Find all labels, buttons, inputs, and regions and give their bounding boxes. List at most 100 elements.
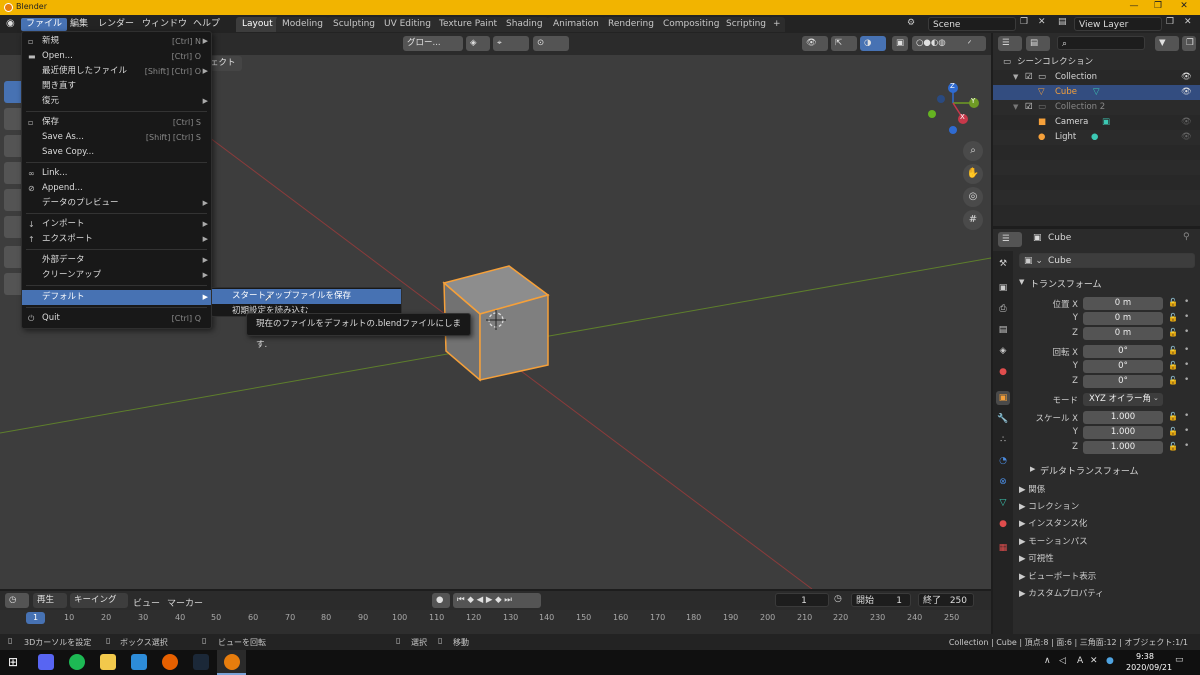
add-workspace-button[interactable]: +	[769, 17, 785, 32]
rotation-y-field[interactable]: 0°	[1083, 360, 1163, 373]
file-explorer-icon[interactable]	[100, 654, 116, 670]
keyframe-dot-icon[interactable]: •	[1184, 312, 1189, 322]
checkbox-icon[interactable]: ☑	[1025, 70, 1033, 85]
keyframe-dot-icon[interactable]: •	[1184, 441, 1189, 451]
stopwatch-icon[interactable]: ◷	[834, 594, 842, 604]
location-z-field[interactable]: 0 m	[1083, 327, 1163, 340]
new-view-layer-icon[interactable]: ❐	[1166, 17, 1174, 27]
eye-icon[interactable]: 👁	[1181, 70, 1192, 85]
mesh-data-icon[interactable]: ▽	[1093, 85, 1100, 100]
close-button[interactable]: ✕	[1174, 1, 1194, 14]
tab-sculpting[interactable]: Sculpting	[327, 17, 382, 32]
menu-render[interactable]: レンダー	[93, 18, 139, 31]
location-y-field[interactable]: 0 m	[1083, 312, 1163, 325]
zoom-icon[interactable]: ⌕	[963, 141, 983, 161]
transform-orientation-dropdown[interactable]: グロー...	[403, 36, 463, 51]
delta-transform-section[interactable]: デルタトランスフォーム	[1040, 464, 1139, 477]
data-tab-icon[interactable]: ▽	[996, 496, 1010, 510]
keyframe-dot-icon[interactable]: •	[1184, 327, 1189, 337]
menu-item-append[interactable]: ⊘ Append...	[22, 181, 211, 196]
menu-item-import[interactable]: ↓ インポート ▶	[22, 217, 211, 232]
menu-window[interactable]: ウィンドウ	[137, 18, 192, 31]
timeline-marker-menu[interactable]: マーカー	[167, 596, 203, 609]
remove-view-layer-icon[interactable]: ✕	[1184, 17, 1192, 27]
panel-expand-icon[interactable]: ▼	[1019, 278, 1024, 286]
view-layer-field[interactable]: View Layer	[1074, 17, 1162, 31]
constraints-tab-icon[interactable]: ⊗	[996, 475, 1010, 489]
notification-icon[interactable]: ▭	[1175, 655, 1184, 665]
tab-uv-editing[interactable]: UV Editing	[378, 17, 437, 32]
menu-item-cleanup[interactable]: クリーンアップ ▶	[22, 268, 211, 283]
keyframe-dot-icon[interactable]: •	[1184, 297, 1189, 307]
windows-start-icon[interactable]: ⊞	[8, 655, 18, 669]
tab-shading[interactable]: Shading	[500, 17, 549, 32]
maximize-button[interactable]: ❐	[1148, 1, 1168, 14]
tray-chevron-icon[interactable]: ∧	[1044, 656, 1051, 666]
tab-scripting[interactable]: Scripting	[720, 17, 773, 32]
keyframe-dot-icon[interactable]: •	[1184, 375, 1189, 385]
menu-item-external-data[interactable]: 外部データ ▶	[22, 253, 211, 268]
pan-hand-icon[interactable]: ✋	[963, 164, 983, 184]
outliner-row-collection[interactable]: ▼ ☑ ▭ Collection 👁	[993, 70, 1200, 85]
menu-item-quit[interactable]: ⏻ Quit [Ctrl] Q	[22, 311, 211, 326]
keyframe-dot-icon[interactable]: •	[1184, 411, 1189, 421]
keying-dropdown[interactable]: キーイング	[70, 593, 128, 608]
gizmo-toggle-icon[interactable]: ⇱	[831, 36, 857, 51]
lock-icon[interactable]: 🔓	[1168, 361, 1178, 370]
new-scene-icon[interactable]: ❐	[1020, 17, 1028, 27]
outliner-row-scene-collection[interactable]: ▭ シーンコレクション	[993, 55, 1200, 70]
rotation-mode-dropdown[interactable]: XYZ オイラー角	[1083, 393, 1163, 406]
editor-type-icon[interactable]: ◷	[5, 593, 29, 608]
overlay-toggle-icon[interactable]: ◑	[860, 36, 886, 51]
menu-item-recent[interactable]: 最近使用したファイル [Shift] [Ctrl] O ▶	[22, 64, 211, 79]
outliner-row-collection-2[interactable]: ▼ ☑ ▭ Collection 2	[993, 100, 1200, 115]
physics-tab-icon[interactable]: ◔	[996, 454, 1010, 468]
custom-properties-section[interactable]: ▶ カスタムプロパティ	[1019, 587, 1104, 599]
blender-menu-icon[interactable]: ◉	[6, 18, 15, 29]
keyframe-dot-icon[interactable]: •	[1184, 345, 1189, 355]
menu-item-new[interactable]: ▫ 新規 [Ctrl] N ▶	[22, 34, 211, 49]
outliner-search-input[interactable]: ⌕	[1057, 36, 1145, 50]
lock-icon[interactable]: 🔓	[1168, 427, 1178, 436]
motion-paths-section[interactable]: ▶ モーションパス	[1019, 535, 1088, 547]
ortho-grid-icon[interactable]: #	[963, 210, 983, 230]
filter-icon[interactable]: ▼	[1155, 36, 1179, 51]
playback-dropdown[interactable]: 再生	[33, 593, 67, 608]
record-icon[interactable]: ●	[432, 593, 450, 608]
tool-tab-icon[interactable]: ⚒	[996, 257, 1010, 271]
instancing-section[interactable]: ▶ インスタンス化	[1019, 517, 1087, 529]
outliner-row-camera[interactable]: ■ Camera ▣ 👁	[993, 115, 1200, 130]
display-mode-icon[interactable]: ▤	[1026, 36, 1050, 51]
scale-x-field[interactable]: 1.000	[1083, 411, 1163, 424]
network-icon[interactable]: ✕	[1090, 656, 1098, 666]
camera-data-icon[interactable]: ▣	[1102, 115, 1110, 130]
camera-view-icon[interactable]: ◎	[963, 187, 983, 207]
pivot-point-icon[interactable]: ◈	[466, 36, 490, 51]
lock-icon[interactable]: 🔓	[1168, 328, 1178, 337]
tab-layout[interactable]: Layout	[236, 17, 279, 32]
menu-item-defaults[interactable]: デフォルト ▶	[22, 290, 211, 305]
tab-texture-paint[interactable]: Texture Paint	[433, 17, 504, 32]
menu-item-export[interactable]: ↑ エクスポート ▶	[22, 232, 211, 247]
steam-icon[interactable]	[193, 654, 209, 670]
rotation-z-field[interactable]: 0°	[1083, 375, 1163, 388]
menu-help[interactable]: ヘルプ	[188, 18, 225, 31]
discord-icon[interactable]	[38, 654, 54, 670]
proportional-edit-icon[interactable]: ⊙	[533, 36, 569, 51]
panel-collapse-icon[interactable]: ▶	[1030, 465, 1035, 473]
collections-section[interactable]: ▶ コレクション	[1019, 500, 1079, 512]
visibility-section[interactable]: ▶ 可視性	[1019, 552, 1054, 564]
location-x-field[interactable]: 0 m	[1083, 297, 1163, 310]
firefox-icon[interactable]	[162, 654, 178, 670]
timeline-view-menu[interactable]: ビュー	[133, 596, 160, 609]
ime-indicator[interactable]: A	[1077, 656, 1083, 666]
keyframe-dot-icon[interactable]: •	[1184, 360, 1189, 370]
transform-panel-title[interactable]: トランスフォーム	[1030, 277, 1102, 290]
light-data-icon[interactable]: ●	[1091, 130, 1098, 145]
end-frame-field[interactable]: 終了 250	[918, 593, 974, 607]
scale-y-field[interactable]: 1.000	[1083, 426, 1163, 439]
menu-item-data-previews[interactable]: データのプレビュー ▶	[22, 196, 211, 211]
snap-icon[interactable]: ⌖	[493, 36, 529, 51]
menu-item-open[interactable]: ▬ Open... [Ctrl] O	[22, 49, 211, 64]
menu-edit[interactable]: 編集	[65, 18, 93, 31]
